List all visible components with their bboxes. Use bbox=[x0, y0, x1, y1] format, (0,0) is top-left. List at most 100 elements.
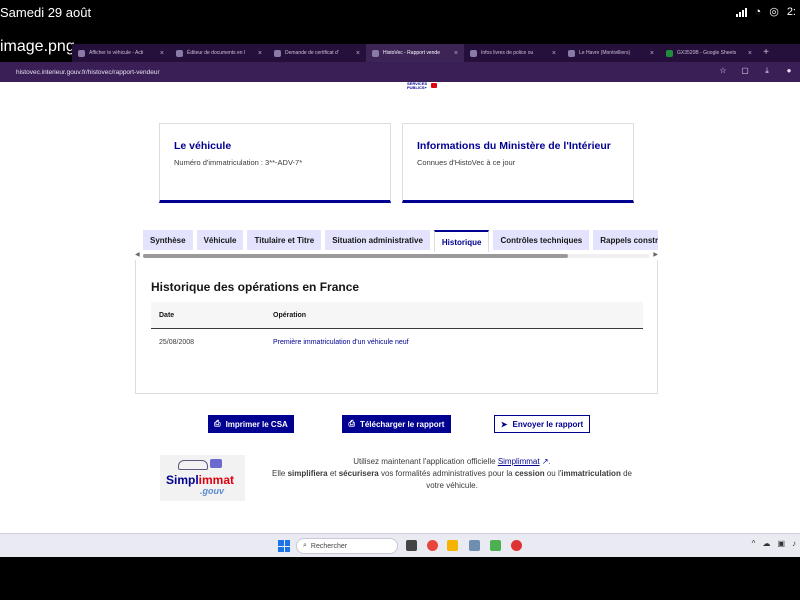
tab-favicon-icon bbox=[666, 49, 673, 57]
send-report-button[interactable]: ➤ Envoyer le rapport bbox=[494, 415, 590, 433]
promo-text: et bbox=[327, 469, 339, 478]
volume-icon[interactable]: ♪ bbox=[792, 539, 796, 548]
search-icon: ⌕ bbox=[303, 542, 307, 549]
print-csa-button[interactable]: ⎙ Imprimer le CSA bbox=[208, 415, 294, 433]
print-button-label: Imprimer le CSA bbox=[225, 419, 288, 429]
close-icon[interactable]: × bbox=[160, 50, 164, 57]
row-date: 25/08/2008 bbox=[159, 339, 195, 346]
close-icon[interactable]: × bbox=[356, 50, 360, 57]
file-title: image.png bbox=[0, 38, 75, 55]
tab-favicon-icon bbox=[470, 49, 477, 57]
browser-tab[interactable]: Le Havre (Montivilliers) × bbox=[562, 44, 660, 62]
web-page: SERVICES PUBLICS+ Le véhicule Numéro d'i… bbox=[0, 82, 800, 533]
taskbar-search[interactable]: ⌕ Rechercher bbox=[296, 538, 398, 554]
car-icon bbox=[178, 460, 208, 470]
chrome-profile-icon[interactable] bbox=[511, 540, 522, 551]
browser-tab[interactable]: Demande de certificat d' × bbox=[268, 44, 366, 62]
tab-label: HistoVec - Rapport vende bbox=[383, 50, 440, 56]
row-operation: Première immatriculation d'un véhicule n… bbox=[273, 339, 409, 346]
bottom-bezel bbox=[0, 557, 800, 600]
services-publics-logo: SERVICES PUBLICS+ bbox=[407, 82, 437, 90]
download-icon: ⎙ bbox=[348, 419, 355, 428]
extensions-icon[interactable]: ▢ bbox=[740, 66, 750, 76]
download-icon[interactable]: ⤓ bbox=[762, 66, 772, 76]
bookmark-star-icon[interactable]: ☆ bbox=[718, 66, 728, 76]
promo-bold: cession bbox=[514, 469, 545, 478]
scroll-right-icon[interactable]: ▶ bbox=[653, 251, 658, 258]
wifi-icon: ◔ bbox=[754, 5, 762, 18]
network-icon[interactable]: ▣ bbox=[777, 539, 785, 548]
table-row: 25/08/2008 Première immatriculation d'un… bbox=[151, 329, 643, 356]
scroll-thumb[interactable] bbox=[143, 254, 568, 258]
tabs-scrollbar[interactable]: ◀ ▶ bbox=[135, 252, 658, 260]
promo-line-2: Elle simplifiera et sécurisera vos forma… bbox=[268, 468, 636, 480]
task-view-icon[interactable] bbox=[406, 540, 417, 551]
chevron-up-icon[interactable]: ^ bbox=[752, 539, 756, 548]
tab-situation[interactable]: Situation administrative bbox=[325, 230, 430, 250]
tab-titulaire[interactable]: Titulaire et Titre bbox=[247, 230, 322, 250]
tab-vehicule[interactable]: Véhicule bbox=[196, 230, 244, 250]
tab-label: Demande de certificat d' bbox=[285, 50, 339, 56]
url-field[interactable]: histovec.interieur.gouv.fr/histovec/rapp… bbox=[16, 69, 160, 76]
status-icons: ◔ ◎ 2: bbox=[735, 5, 796, 18]
tab-controles[interactable]: Contrôles techniques bbox=[493, 230, 590, 250]
tab-favicon-icon bbox=[78, 49, 85, 57]
simplimmat-logo[interactable]: Simplimmat .gouv bbox=[160, 455, 245, 501]
close-icon[interactable]: × bbox=[258, 50, 262, 57]
logo-mark-icon bbox=[431, 83, 437, 88]
close-icon[interactable]: × bbox=[748, 50, 752, 57]
tab-historique[interactable]: Historique bbox=[433, 230, 490, 252]
external-link-icon: ↗ bbox=[539, 457, 549, 466]
promo-text: ou l' bbox=[544, 469, 562, 478]
search-placeholder: Rechercher bbox=[310, 542, 348, 550]
windows-start-icon[interactable] bbox=[278, 540, 290, 552]
address-bar: histovec.interieur.gouv.fr/histovec/rapp… bbox=[0, 62, 800, 82]
send-button-label: Envoyer le rapport bbox=[512, 419, 584, 429]
history-table: Date Opération 25/08/2008 Première immat… bbox=[151, 302, 643, 356]
onedrive-icon[interactable]: ☁ bbox=[762, 539, 770, 548]
tab-rappels[interactable]: Rappels constructeur bbox=[593, 230, 658, 250]
promo-line-3: votre véhicule. bbox=[426, 481, 478, 490]
tab-label: Infos livres de police ou bbox=[481, 50, 534, 56]
lock-rotation-icon: ◎ bbox=[769, 6, 779, 18]
promo-line-1: Utilisez maintenant l'application offici… bbox=[353, 457, 551, 466]
scroll-left-icon[interactable]: ◀ bbox=[135, 251, 140, 258]
french-flag-icon bbox=[210, 459, 222, 468]
registration-number: Numéro d'immatriculation : 3**-ADV-7* bbox=[174, 158, 303, 167]
promo-bold: sécurisera bbox=[338, 469, 379, 478]
close-icon[interactable]: × bbox=[650, 50, 654, 57]
download-button-label: Télécharger le rapport bbox=[359, 419, 445, 429]
browser-tab-active[interactable]: HistoVec - Rapport vende × bbox=[366, 44, 464, 62]
browser-tab[interactable]: Éditeur de documents en l × bbox=[170, 44, 268, 62]
simplimmat-wordmark: Simplimmat bbox=[166, 473, 234, 487]
browser-tab[interactable]: Infos livres de police ou × bbox=[464, 44, 562, 62]
new-tab-button[interactable]: + bbox=[758, 44, 774, 62]
profile-avatar-icon[interactable]: ● bbox=[784, 66, 794, 76]
tab-synthese[interactable]: Synthèse bbox=[143, 230, 193, 250]
ministry-card-text: Connues d'HistoVec à ce jour bbox=[417, 158, 516, 167]
history-panel: Historique des opérations en France Date… bbox=[135, 260, 658, 394]
simplimmat-link[interactable]: Simplimmat bbox=[498, 457, 540, 466]
promo-text: Utilisez maintenant l'application offici… bbox=[353, 457, 498, 466]
close-icon[interactable]: × bbox=[552, 50, 556, 57]
browser-tab[interactable]: GX3520B - Google Sheets × bbox=[660, 44, 758, 62]
promo-bold: immatriculation bbox=[561, 469, 621, 478]
app-icon[interactable] bbox=[490, 540, 501, 551]
promo-bold: simplifiera bbox=[287, 469, 328, 478]
windows-taskbar: ⌕ Rechercher ^ ☁ ▣ ♪ bbox=[0, 533, 800, 557]
signal-icon bbox=[735, 7, 747, 17]
browser-tab[interactable]: Afficher le véhicule - Acti × bbox=[72, 44, 170, 62]
tab-favicon-icon bbox=[568, 49, 575, 57]
promo-text: de bbox=[620, 469, 632, 478]
file-explorer-icon[interactable] bbox=[447, 540, 458, 551]
logo-line: PUBLICS+ bbox=[407, 85, 427, 90]
status-time: Samedi 29 août bbox=[0, 5, 92, 20]
app-icon[interactable] bbox=[469, 540, 480, 551]
close-icon[interactable]: × bbox=[454, 50, 458, 57]
col-operation: Opération bbox=[273, 311, 307, 319]
chrome-icon[interactable] bbox=[427, 540, 438, 551]
download-report-button[interactable]: ⎙ Télécharger le rapport bbox=[342, 415, 451, 433]
send-icon: ➤ bbox=[500, 419, 508, 429]
system-tray: ^ ☁ ▣ ♪ bbox=[752, 539, 796, 548]
wordmark-main: Simpl bbox=[166, 473, 199, 487]
